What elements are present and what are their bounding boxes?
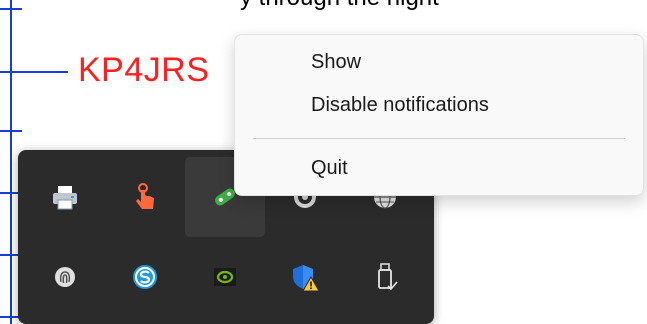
diagram-tick [0, 8, 22, 10]
menu-item-show[interactable]: Show [311, 51, 361, 74]
callsign-label: KP4JRS [78, 51, 210, 89]
diagram-tick [0, 130, 22, 132]
tray-touch[interactable] [105, 157, 185, 237]
menu-item-disable-notifications[interactable]: Disable notifications [311, 94, 489, 117]
tray-defender[interactable] [265, 237, 345, 317]
document-text-fragment: y through the night [240, 0, 439, 12]
tray-skype[interactable] [105, 237, 185, 317]
menu-separator [253, 138, 625, 139]
diagram-tick [0, 71, 22, 73]
menu-item-quit[interactable]: Quit [311, 157, 348, 180]
fingerprint-icon [55, 267, 75, 287]
tray-nvidia[interactable] [185, 237, 265, 317]
touch-hand-icon [136, 183, 154, 209]
tray-context-menu: Show Disable notifications Quit [234, 34, 644, 196]
tray-fingerprint[interactable] [25, 237, 105, 317]
skype-icon [133, 265, 157, 289]
nvidia-icon [214, 268, 236, 286]
callsign-connector-line [22, 71, 68, 73]
printer-icon [53, 186, 77, 210]
usb-drive-icon [378, 263, 398, 291]
tray-printer[interactable] [25, 157, 105, 237]
diagram-vertical-line [10, 0, 12, 324]
defender-warning-icon [293, 265, 320, 292]
tray-usb[interactable] [345, 237, 425, 317]
